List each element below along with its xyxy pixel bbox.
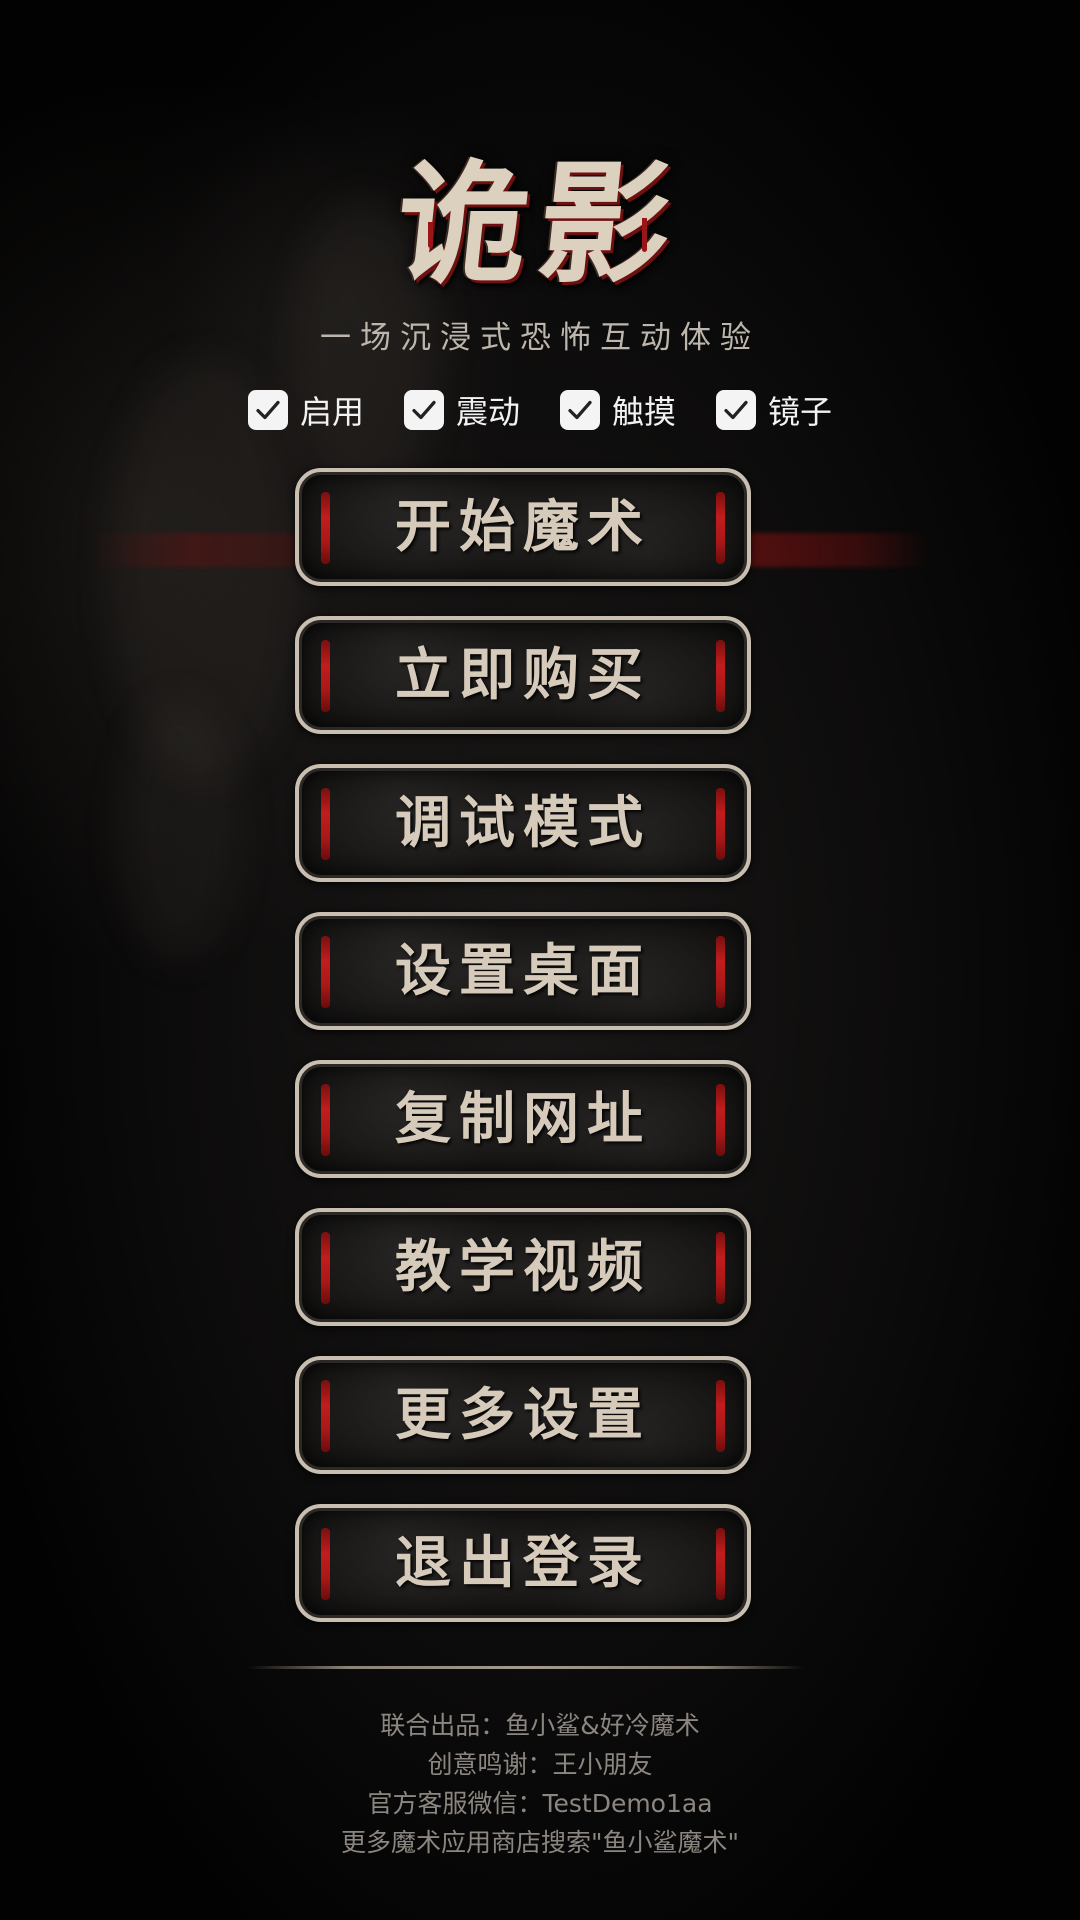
blood-mark <box>716 788 725 860</box>
credit-store-search: 更多魔术应用商店搜索"鱼小鲨魔术" <box>341 1828 739 1857</box>
debug-mode-button[interactable]: 调试模式 <box>295 764 751 882</box>
logout-button[interactable]: 退出登录 <box>295 1504 751 1622</box>
button-label: 复制网址 <box>395 1086 651 1152</box>
mirror-checkbox[interactable] <box>716 390 757 430</box>
check-icon <box>724 400 748 420</box>
button-label: 更多设置 <box>395 1382 651 1448</box>
options-row: 启用 震动 触摸 镜子 <box>0 387 1080 433</box>
app-title: 诡影 <box>388 147 689 302</box>
option-label: 镜子 <box>768 393 833 431</box>
copy-url-button[interactable]: 复制网址 <box>295 1060 751 1178</box>
footer-divider <box>248 1666 804 1669</box>
blood-mark <box>716 640 725 712</box>
option-mirror[interactable]: 镜子 <box>716 387 832 433</box>
option-label: 启用 <box>299 393 364 431</box>
button-label: 调试模式 <box>395 790 651 856</box>
background-figure <box>120 700 240 960</box>
app-subtitle: 一场沉浸式恐怖互动体验 <box>320 320 760 356</box>
check-icon <box>412 400 436 420</box>
credits-block: 联合出品：鱼小鲨&好冷魔术 创意鸣谢：王小朋友 官方客服微信：TestDemo1… <box>0 1706 1080 1862</box>
title-blood-drip <box>428 222 433 248</box>
start-magic-button[interactable]: 开始魔术 <box>295 468 751 586</box>
credit-producer: 联合出品：鱼小鲨&好冷魔术 <box>380 1711 700 1740</box>
option-label: 震动 <box>455 393 520 431</box>
enable-checkbox[interactable] <box>247 390 288 430</box>
option-enable[interactable]: 启用 <box>247 387 364 433</box>
blood-mark <box>716 1084 725 1156</box>
app-screen: 诡影 一场沉浸式恐怖互动体验 启用 震动 触摸 镜子 开始魔术 立即购买 调试模… <box>0 0 1080 1920</box>
touch-checkbox[interactable] <box>560 390 600 430</box>
tutorial-video-button[interactable]: 教学视频 <box>295 1208 751 1326</box>
buy-now-button[interactable]: 立即购买 <box>295 616 751 734</box>
title-block: 诡影 <box>0 118 1080 309</box>
blood-mark <box>716 1232 725 1304</box>
blood-mark <box>716 492 725 564</box>
button-label: 设置桌面 <box>395 938 651 1004</box>
set-desktop-button[interactable]: 设置桌面 <box>295 912 751 1030</box>
button-label: 开始魔术 <box>395 494 651 560</box>
blood-mark <box>716 1528 725 1600</box>
blood-mark <box>716 1380 725 1452</box>
blood-mark <box>716 936 725 1008</box>
option-label: 触摸 <box>612 393 677 431</box>
more-settings-button[interactable]: 更多设置 <box>295 1356 751 1474</box>
button-label: 退出登录 <box>395 1530 651 1596</box>
button-label: 教学视频 <box>395 1234 651 1300</box>
option-vibrate[interactable]: 震动 <box>403 387 520 433</box>
check-icon <box>256 400 280 420</box>
button-label: 立即购买 <box>395 642 651 708</box>
credit-thanks: 创意鸣谢：王小朋友 <box>427 1750 653 1779</box>
credit-support-wechat: 官方客服微信：TestDemo1aa <box>367 1789 713 1818</box>
title-blood-drip <box>642 218 647 252</box>
vibrate-checkbox[interactable] <box>403 390 444 430</box>
option-touch[interactable]: 触摸 <box>560 387 676 433</box>
check-icon <box>568 400 592 420</box>
